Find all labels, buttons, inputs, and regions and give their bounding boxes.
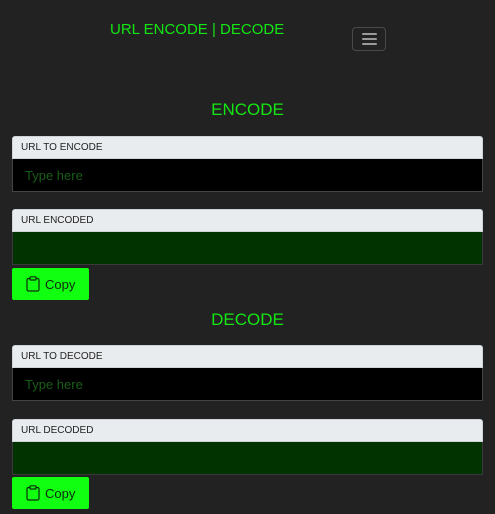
encode-input[interactable] bbox=[12, 159, 483, 192]
navbar: URL ENCODE | DECODE bbox=[0, 0, 495, 70]
encode-input-label: URL TO ENCODE bbox=[12, 136, 483, 159]
encode-copy-button[interactable]: Copy bbox=[12, 268, 89, 300]
decode-input-group: URL TO DECODE bbox=[12, 345, 483, 401]
encode-output[interactable] bbox=[12, 232, 483, 265]
menu-icon-line bbox=[361, 38, 377, 40]
encode-input-group: URL TO ENCODE bbox=[12, 136, 483, 192]
encode-output-label: URL ENCODED bbox=[12, 209, 483, 232]
decode-input-label: URL TO DECODE bbox=[12, 345, 483, 368]
decode-output-label: URL DECODED bbox=[12, 419, 483, 442]
encode-title: ENCODE bbox=[211, 100, 284, 119]
page: URL ENCODE | DECODE ENCODE URL TO ENCODE… bbox=[0, 0, 495, 514]
decode-copy-button[interactable]: Copy bbox=[12, 477, 89, 509]
menu-icon-line bbox=[361, 43, 377, 45]
decode-copy-label: Copy bbox=[45, 485, 76, 501]
decode-output[interactable] bbox=[12, 442, 483, 475]
decode-input[interactable] bbox=[12, 368, 483, 401]
encode-output-group: URL ENCODED bbox=[12, 209, 483, 265]
decode-output-group: URL DECODED bbox=[12, 419, 483, 475]
encode-copy-label: Copy bbox=[45, 276, 76, 292]
menu-icon bbox=[361, 33, 377, 35]
clipboard-icon bbox=[26, 276, 40, 292]
clipboard-icon bbox=[26, 485, 40, 501]
navbar-toggler-button[interactable] bbox=[352, 27, 386, 51]
decode-title: DECODE bbox=[211, 310, 284, 329]
brand-link[interactable]: URL ENCODE | DECODE bbox=[110, 21, 284, 38]
